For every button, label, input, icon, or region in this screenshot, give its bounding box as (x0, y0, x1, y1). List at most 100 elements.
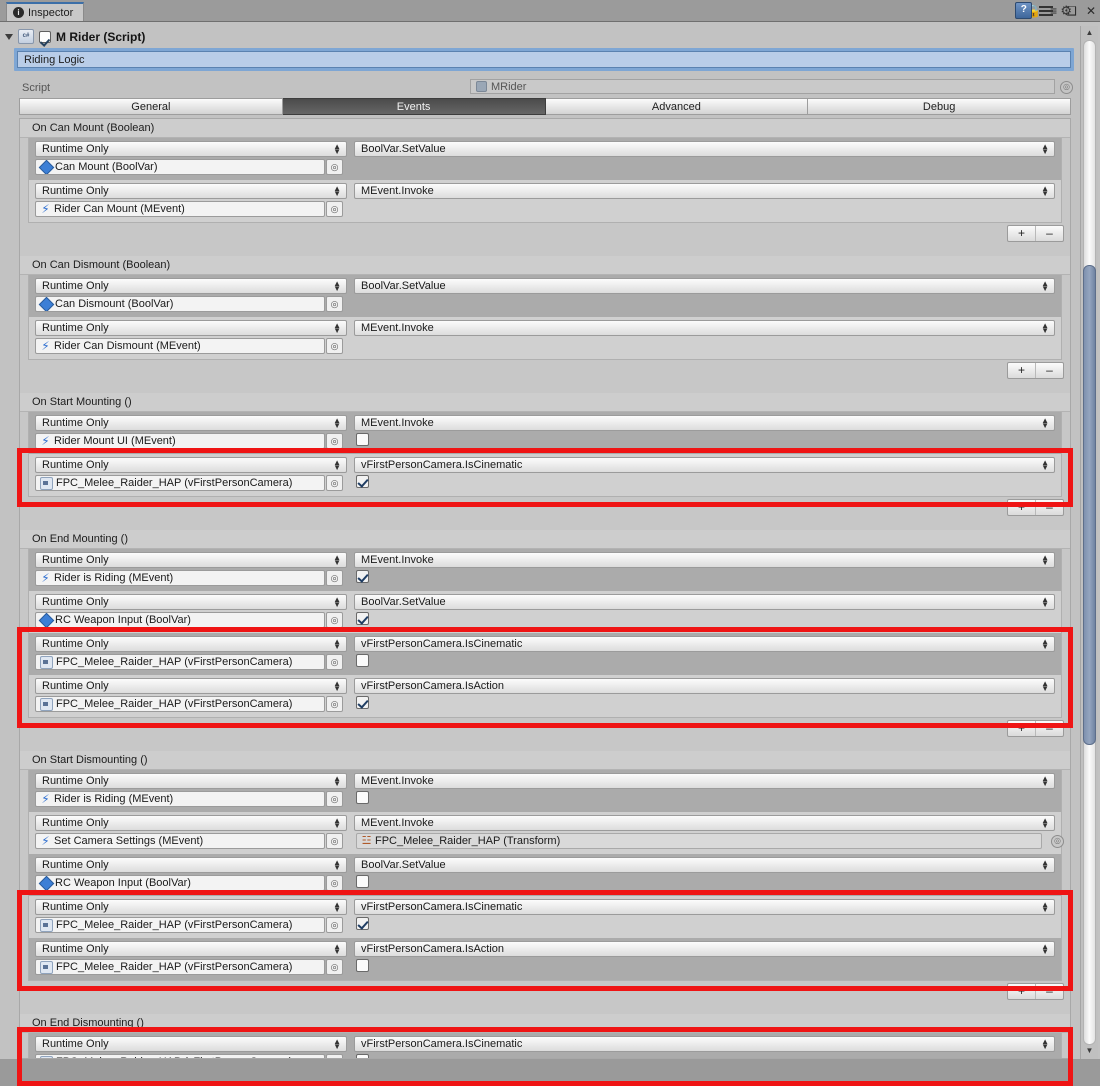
argument-object-field[interactable]: ☳ FPC_Melee_Raider_HAP (Transform) (356, 833, 1042, 849)
tab-debug[interactable]: Debug (808, 98, 1071, 115)
listener-function-dropdown[interactable]: MEvent.Invoke ▲ ▼ (354, 415, 1055, 431)
listener-function-dropdown[interactable]: MEvent.Invoke ▲ ▼ (354, 183, 1055, 199)
listener-mode-dropdown[interactable]: Runtime Only ▲ ▼ (35, 636, 347, 652)
listener-mode-dropdown[interactable]: Runtime Only ▲ ▼ (35, 1036, 347, 1052)
close-icon[interactable]: ✕ (1086, 4, 1096, 18)
listener-function-dropdown[interactable]: BoolVar.SetValue ▲ ▼ (354, 141, 1055, 157)
object-picker-icon[interactable]: ◎ (326, 875, 343, 891)
argument-bool-checkbox[interactable] (356, 791, 369, 804)
listener-target-object-field[interactable]: ⚡ Rider Mount UI (MEvent) (35, 433, 325, 449)
add-listener-button[interactable]: + (1008, 984, 1036, 999)
listener-function-dropdown[interactable]: MEvent.Invoke ▲ ▼ (354, 815, 1055, 831)
argument-bool-checkbox[interactable] (356, 917, 369, 930)
listener-target-object-field[interactable]: ⚡ Rider is Riding (MEvent) (35, 570, 325, 586)
object-picker-icon[interactable]: ◎ (326, 159, 343, 175)
tab-events[interactable]: Events (282, 98, 546, 115)
listener-mode-dropdown[interactable]: Runtime Only ▲ ▼ (35, 899, 347, 915)
gear-icon[interactable]: ⚙ (1060, 4, 1072, 17)
listener-function-dropdown[interactable]: vFirstPersonCamera.IsAction ▲ ▼ (354, 941, 1055, 957)
add-listener-button[interactable]: + (1008, 721, 1036, 736)
object-picker-icon[interactable]: ◎ (326, 1054, 343, 1058)
add-listener-button[interactable]: + (1008, 363, 1036, 378)
argument-bool-checkbox[interactable] (356, 696, 369, 709)
remove-listener-button[interactable]: – (1036, 984, 1063, 999)
object-picker-icon[interactable]: ◎ (326, 338, 343, 354)
listener-mode-dropdown[interactable]: Runtime Only ▲ ▼ (35, 678, 347, 694)
argument-bool-checkbox[interactable] (356, 654, 369, 667)
listener-target-object-field[interactable]: FPC_Melee_Raider_HAP (vFirstPersonCamera… (35, 959, 325, 975)
argument-bool-checkbox[interactable] (356, 959, 369, 972)
listener-function-dropdown[interactable]: vFirstPersonCamera.IsCinematic ▲ ▼ (354, 457, 1055, 473)
listener-target-object-field[interactable]: RC Weapon Input (BoolVar) (35, 875, 325, 891)
listener-function-dropdown[interactable]: MEvent.Invoke ▲ ▼ (354, 552, 1055, 568)
object-picker-icon[interactable]: ◎ (326, 201, 343, 217)
object-picker-icon[interactable]: ◎ (326, 959, 343, 975)
listener-function-dropdown[interactable]: vFirstPersonCamera.IsCinematic ▲ ▼ (354, 899, 1055, 915)
listener-function-dropdown[interactable]: BoolVar.SetValue ▲ ▼ (354, 857, 1055, 873)
listener-mode-dropdown[interactable]: Runtime Only ▲ ▼ (35, 457, 347, 473)
scrollbar-thumb[interactable] (1083, 265, 1096, 745)
remove-listener-button[interactable]: – (1036, 721, 1063, 736)
listener-function-dropdown[interactable]: MEvent.Invoke ▲ ▼ (354, 773, 1055, 789)
listener-mode-dropdown[interactable]: Runtime Only ▲ ▼ (35, 278, 347, 294)
tab-inspector[interactable]: i Inspector (6, 2, 85, 21)
tab-general[interactable]: General (19, 98, 283, 115)
object-picker-icon[interactable]: ◎ (326, 696, 343, 712)
remove-listener-button[interactable]: – (1036, 363, 1063, 378)
listener-mode-dropdown[interactable]: Runtime Only ▲ ▼ (35, 857, 347, 873)
argument-bool-checkbox[interactable] (356, 1054, 369, 1058)
listener-mode-dropdown[interactable]: Runtime Only ▲ ▼ (35, 183, 347, 199)
vertical-scrollbar[interactable]: ▲ ▼ (1080, 26, 1098, 1059)
argument-bool-checkbox[interactable] (356, 433, 369, 446)
object-picker-icon[interactable]: ◎ (326, 917, 343, 933)
tab-advanced[interactable]: Advanced (545, 98, 809, 115)
listener-target-object-field[interactable]: ⚡ Rider is Riding (MEvent) (35, 791, 325, 807)
add-listener-button[interactable]: + (1008, 226, 1036, 241)
listener-target-object-field[interactable]: Can Dismount (BoolVar) (35, 296, 325, 312)
object-picker-icon[interactable]: ◎ (326, 433, 343, 449)
listener-mode-dropdown[interactable]: Runtime Only ▲ ▼ (35, 552, 347, 568)
argument-bool-checkbox[interactable] (356, 475, 369, 488)
listener-function-dropdown[interactable]: vFirstPersonCamera.IsCinematic ▲ ▼ (354, 636, 1055, 652)
listener-target-object-field[interactable]: FPC_Melee_Raider_HAP (vFirstPersonCamera… (35, 696, 325, 712)
listener-target-object-field[interactable]: FPC_Melee_Raider_HAP (vFirstPersonCamera… (35, 1054, 325, 1058)
object-picker-icon[interactable]: ◎ (326, 791, 343, 807)
listener-target-object-field[interactable]: RC Weapon Input (BoolVar) (35, 612, 325, 628)
remove-listener-button[interactable]: – (1036, 500, 1063, 515)
listener-function-dropdown[interactable]: BoolVar.SetValue ▲ ▼ (354, 594, 1055, 610)
object-picker-icon[interactable]: ◎ (326, 296, 343, 312)
object-picker-icon[interactable]: ◎ (326, 570, 343, 586)
object-picker-icon[interactable]: ◎ (326, 833, 343, 849)
listener-mode-dropdown[interactable]: Runtime Only ▲ ▼ (35, 815, 347, 831)
argument-object-picker-icon[interactable]: ◎ (1051, 835, 1064, 848)
foldout-arrow-icon[interactable] (5, 33, 13, 40)
listener-mode-dropdown[interactable]: Runtime Only ▲ ▼ (35, 320, 347, 336)
listener-target-object-field[interactable]: ⚡ Rider Can Dismount (MEvent) (35, 338, 325, 354)
scroll-up-arrow-icon[interactable]: ▲ (1084, 28, 1095, 39)
listener-function-dropdown[interactable]: vFirstPersonCamera.IsCinematic ▲ ▼ (354, 1036, 1055, 1052)
object-picker-icon[interactable]: ◎ (326, 475, 343, 491)
listener-function-dropdown[interactable]: MEvent.Invoke ▲ ▼ (354, 320, 1055, 336)
script-object-field[interactable]: MRider (470, 79, 1055, 94)
object-picker-icon[interactable]: ◎ (326, 612, 343, 628)
listener-mode-dropdown[interactable]: Runtime Only ▲ ▼ (35, 594, 347, 610)
add-listener-button[interactable]: + (1008, 500, 1036, 515)
listener-function-dropdown[interactable]: BoolVar.SetValue ▲ ▼ (354, 278, 1055, 294)
remove-listener-button[interactable]: – (1036, 226, 1063, 241)
listener-target-object-field[interactable]: FPC_Melee_Raider_HAP (vFirstPersonCamera… (35, 917, 325, 933)
listener-mode-dropdown[interactable]: Runtime Only ▲ ▼ (35, 141, 347, 157)
argument-bool-checkbox[interactable] (356, 570, 369, 583)
scroll-down-arrow-icon[interactable]: ▼ (1084, 1046, 1095, 1057)
listener-target-object-field[interactable]: ⚡ Set Camera Settings (MEvent) (35, 833, 325, 849)
preset-icon[interactable] (1039, 4, 1054, 18)
listener-target-object-field[interactable]: ⚡ Rider Can Mount (MEvent) (35, 201, 325, 217)
object-picker-icon[interactable]: ◎ (326, 654, 343, 670)
listener-mode-dropdown[interactable]: Runtime Only ▲ ▼ (35, 415, 347, 431)
script-picker-button[interactable]: ◎ (1060, 81, 1073, 94)
listener-function-dropdown[interactable]: vFirstPersonCamera.IsAction ▲ ▼ (354, 678, 1055, 694)
listener-mode-dropdown[interactable]: Runtime Only ▲ ▼ (35, 941, 347, 957)
name-field[interactable]: Riding Logic (17, 51, 1071, 68)
listener-mode-dropdown[interactable]: Runtime Only ▲ ▼ (35, 773, 347, 789)
help-icon[interactable]: ? (1015, 2, 1033, 19)
listener-target-object-field[interactable]: FPC_Melee_Raider_HAP (vFirstPersonCamera… (35, 475, 325, 491)
